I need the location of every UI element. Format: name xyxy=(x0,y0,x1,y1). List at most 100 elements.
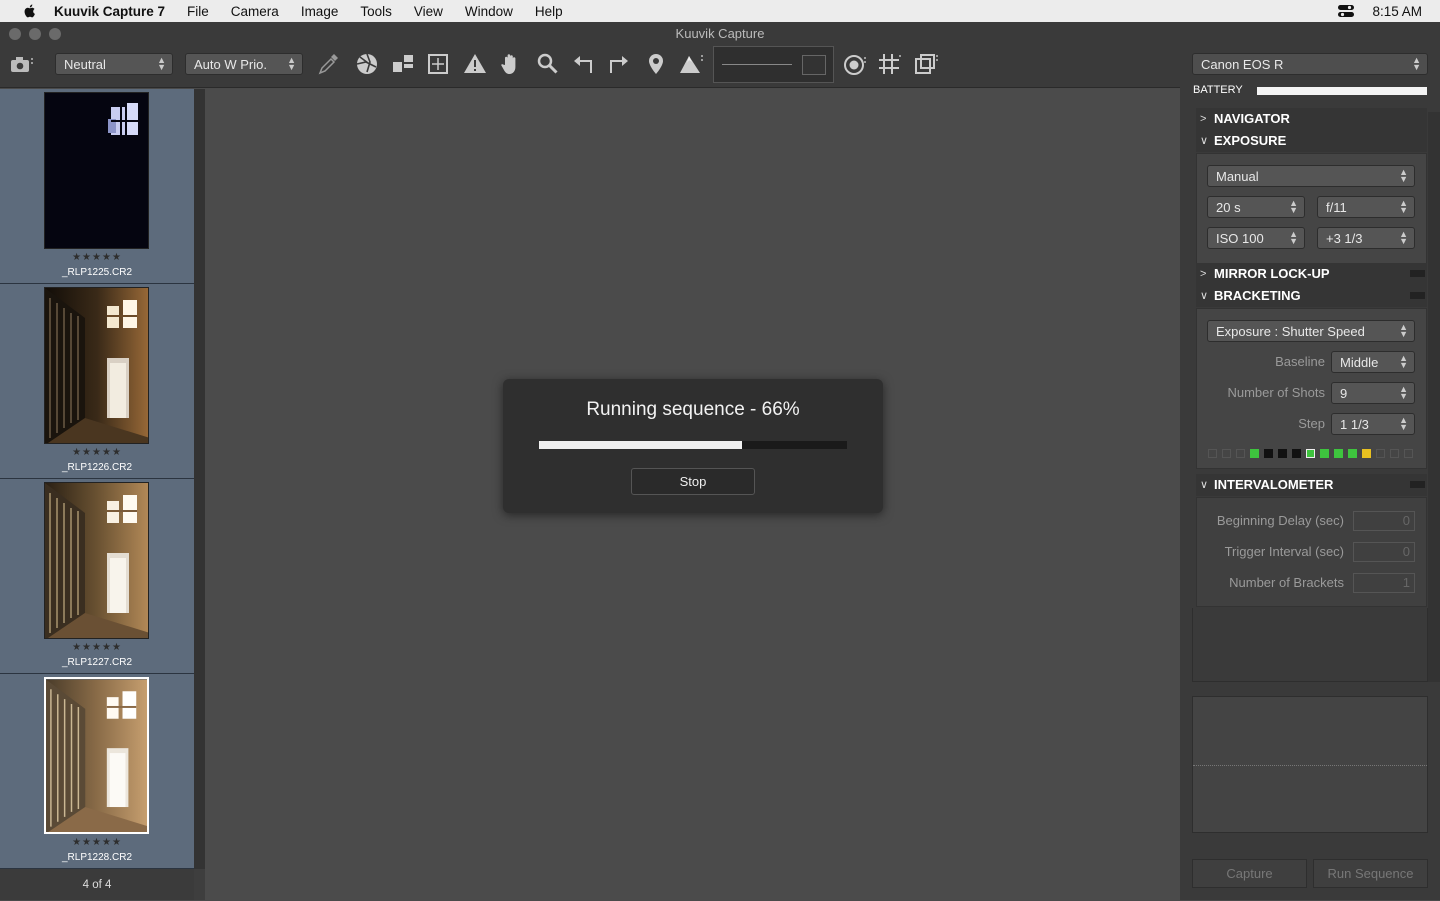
section-exposure[interactable]: ∨ EXPOSURE xyxy=(1196,130,1427,152)
camera-select-value: Canon EOS R xyxy=(1201,57,1284,72)
section-toggle-indicator[interactable] xyxy=(1410,292,1425,299)
stop-button[interactable]: Stop xyxy=(631,468,755,495)
shutter-speed-value: 20 s xyxy=(1216,200,1241,215)
rating-stars[interactable]: ★★★★★ xyxy=(0,252,194,263)
rating-stars[interactable]: ★★★★★ xyxy=(0,447,194,458)
rotate-left-icon[interactable] xyxy=(571,52,595,76)
menu-view[interactable]: View xyxy=(414,4,443,19)
section-navigator[interactable]: > NAVIGATOR xyxy=(1196,108,1427,130)
beginning-delay-field[interactable]: 0 xyxy=(1353,511,1415,531)
exposure-mode-select[interactable]: Manual ▲ ▼ xyxy=(1207,165,1415,187)
bracket-slot xyxy=(1404,449,1413,458)
section-mirror-lockup[interactable]: > MIRROR LOCK-UP xyxy=(1196,263,1427,285)
preview-eye-icon[interactable] xyxy=(843,52,867,76)
filmstrip-item-selected[interactable]: ★★★★★ _RLP1228.CR2 xyxy=(0,674,194,869)
live-view-zoom-panel xyxy=(713,46,834,83)
apple-icon[interactable] xyxy=(20,3,40,19)
updown-icon: ▲ ▼ xyxy=(157,55,166,72)
menu-camera[interactable]: Camera xyxy=(231,4,279,19)
section-intervalometer[interactable]: ∨ INTERVALOMETER xyxy=(1196,474,1427,496)
grid-icon[interactable] xyxy=(877,52,901,76)
rotate-right-icon[interactable] xyxy=(607,52,631,76)
layout-icon[interactable] xyxy=(391,52,415,76)
bracket-shot-baseline xyxy=(1306,449,1315,458)
menu-tools[interactable]: Tools xyxy=(360,4,392,19)
menu-image[interactable]: Image xyxy=(301,4,339,19)
thumbnail-image[interactable] xyxy=(44,677,149,834)
baseline-value: Middle xyxy=(1340,355,1379,370)
warning-icon[interactable] xyxy=(463,52,487,76)
beginning-delay-label: Beginning Delay (sec) xyxy=(1216,513,1344,528)
updown-icon: ▲ ▼ xyxy=(1399,167,1408,184)
number-of-brackets-field[interactable]: 1 xyxy=(1353,573,1415,593)
rating-stars[interactable]: ★★★★★ xyxy=(0,642,194,653)
mountains-icon[interactable] xyxy=(679,52,703,76)
iso-select[interactable]: ISO 100 ▲ ▼ xyxy=(1207,227,1305,249)
section-toggle-indicator[interactable] xyxy=(1410,481,1425,488)
white-balance-select[interactable]: Auto W Prio. ▲ ▼ xyxy=(185,53,303,75)
zoom-swatch[interactable] xyxy=(802,55,826,75)
number-of-shots-value: 9 xyxy=(1340,386,1348,401)
control-center-icon[interactable] xyxy=(1338,4,1355,18)
bracket-shot-current xyxy=(1362,449,1371,458)
run-sequence-button[interactable]: Run Sequence xyxy=(1313,859,1428,888)
updown-icon: ▲ ▼ xyxy=(287,55,296,72)
thumbnail-image[interactable] xyxy=(44,482,149,639)
menu-window[interactable]: Window xyxy=(465,4,513,19)
panel-scrollbar[interactable] xyxy=(1428,112,1440,682)
filmstrip-scrollbar[interactable] xyxy=(194,89,205,869)
filmstrip-item[interactable]: ★★★★★ _RLP1227.CR2 xyxy=(0,479,194,674)
bracketing-type-value: Exposure : Shutter Speed xyxy=(1216,324,1365,339)
updown-icon: ▲ ▼ xyxy=(1399,384,1408,401)
trigger-interval-field[interactable]: 0 xyxy=(1353,542,1415,562)
location-pin-icon[interactable] xyxy=(644,52,668,76)
step-select[interactable]: 1 1/3 ▲ ▼ xyxy=(1331,413,1415,435)
bracketing-type-select[interactable]: Exposure : Shutter Speed ▲ ▼ xyxy=(1207,320,1415,342)
filmstrip-list: ★★★★★ _RLP1225.CR2 ★★★★★ _RLP1226.CR2 ★★… xyxy=(0,89,194,869)
hand-icon[interactable] xyxy=(499,52,523,76)
updown-icon: ▲ ▼ xyxy=(1412,55,1421,72)
menu-file[interactable]: File xyxy=(187,4,209,19)
zoom-window-button[interactable] xyxy=(49,28,61,40)
zoom-icon[interactable] xyxy=(535,52,559,76)
filmstrip-item[interactable]: ★★★★★ _RLP1225.CR2 xyxy=(0,89,194,284)
number-of-brackets-label: Number of Brackets xyxy=(1229,575,1344,590)
sequence-progress-message: Running sequence - 66% xyxy=(586,399,800,420)
chevron-down-icon: ∨ xyxy=(1200,290,1209,302)
baseline-select[interactable]: Middle ▲ ▼ xyxy=(1331,351,1415,373)
section-title: NAVIGATOR xyxy=(1214,111,1290,126)
menu-clock[interactable]: 8:15 AM xyxy=(1372,4,1422,19)
shutter-speed-select[interactable]: 20 s ▲ ▼ xyxy=(1207,196,1305,218)
window-titlebar: Kuuvik Capture xyxy=(0,22,1180,44)
number-of-shots-select[interactable]: 9 ▲ ▼ xyxy=(1331,382,1415,404)
section-title: MIRROR LOCK-UP xyxy=(1214,266,1330,281)
camera-menu-icon[interactable] xyxy=(10,53,34,77)
focus-frame-icon[interactable] xyxy=(426,52,450,76)
minimize-window-button[interactable] xyxy=(29,28,41,40)
aperture-select[interactable]: f/11 ▲ ▼ xyxy=(1317,196,1415,218)
picture-style-select[interactable]: Neutral ▲ ▼ xyxy=(55,53,173,75)
bracket-shot-done xyxy=(1250,449,1259,458)
bracket-shot-indicators xyxy=(1208,449,1418,459)
menu-help[interactable]: Help xyxy=(535,4,563,19)
filmstrip-item[interactable]: ★★★★★ _RLP1226.CR2 xyxy=(0,284,194,479)
section-toggle-indicator[interactable] xyxy=(1410,270,1425,277)
step-value: 1 1/3 xyxy=(1340,417,1369,432)
rating-stars[interactable]: ★★★★★ xyxy=(0,837,194,848)
camera-select[interactable]: Canon EOS R ▲ ▼ xyxy=(1192,53,1428,75)
thumbnail-image[interactable] xyxy=(44,287,149,444)
updown-icon: ▲ ▼ xyxy=(1289,198,1298,215)
eyedropper-icon[interactable] xyxy=(316,52,340,76)
app-menu[interactable]: Kuuvik Capture 7 xyxy=(54,4,165,19)
aperture-icon[interactable] xyxy=(355,52,379,76)
white-balance-value: Auto W Prio. xyxy=(194,57,267,72)
zoom-slider-track[interactable] xyxy=(722,64,792,65)
exposure-compensation-select[interactable]: +3 1/3 ▲ ▼ xyxy=(1317,227,1415,249)
close-window-button[interactable] xyxy=(9,28,21,40)
thumbnail-image[interactable] xyxy=(44,92,149,249)
capture-button[interactable]: Capture xyxy=(1192,859,1307,888)
overlay-icon[interactable] xyxy=(914,52,938,76)
histogram-midline xyxy=(1193,765,1427,766)
section-bracketing[interactable]: ∨ BRACKETING xyxy=(1196,285,1427,307)
camera-control-panel: Canon EOS R ▲ ▼ BATTERY > NAVIGATOR ∨ EXP… xyxy=(1180,22,1440,900)
